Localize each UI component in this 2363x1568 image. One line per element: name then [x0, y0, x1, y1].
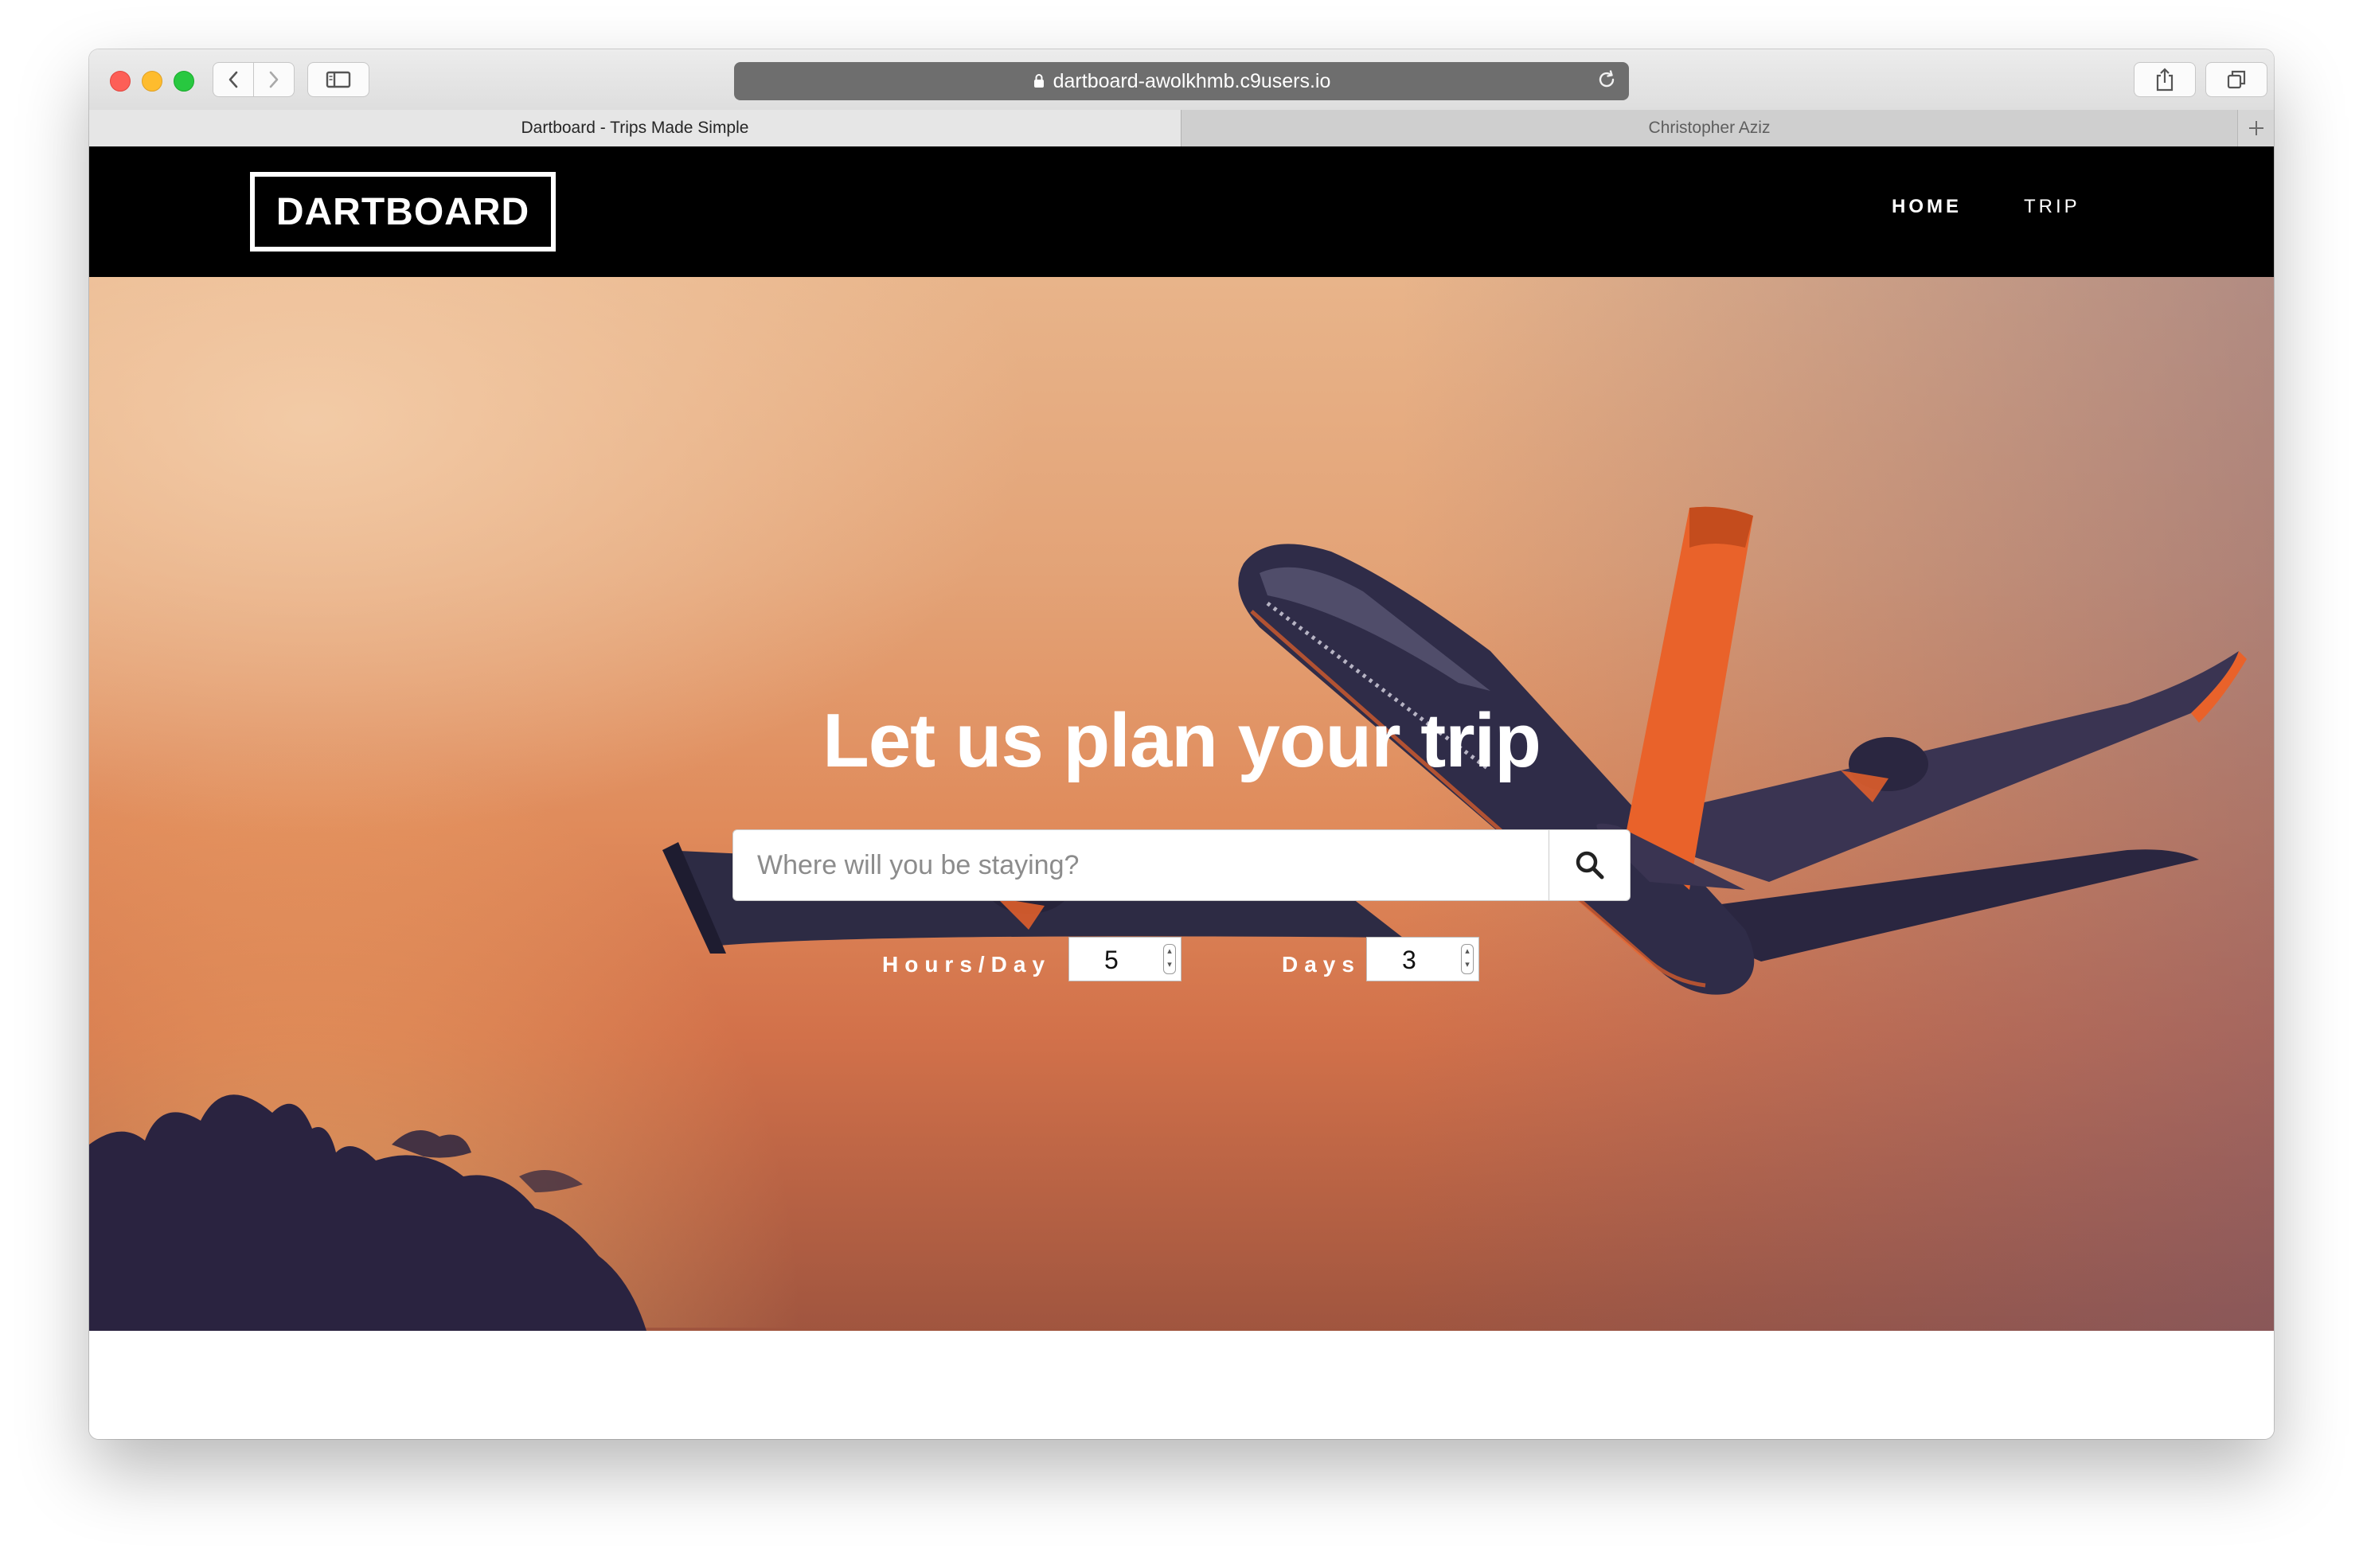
- new-tab-button[interactable]: [2237, 110, 2274, 146]
- site-navbar: DARTBOARD HOME TRIP: [89, 146, 2274, 277]
- logo-text: DARTBOARD: [275, 190, 530, 233]
- tab-label: Dartboard - Trips Made Simple: [521, 119, 749, 137]
- close-window-button[interactable]: [110, 71, 131, 92]
- share-button[interactable]: [2134, 62, 2196, 97]
- popular-destinations-heading: POPULAR DESTINATIONS: [89, 1433, 2274, 1439]
- back-button[interactable]: [213, 62, 254, 97]
- browser-toolbar: dartboard-awolkhmb.c9users.io: [89, 49, 2274, 111]
- tab-label: Christopher Aziz: [1648, 119, 1771, 137]
- hours-per-day-label: Hours/Day: [882, 952, 1052, 977]
- stepper-arrows-icon[interactable]: ▴ ▾: [1461, 944, 1474, 974]
- hours-per-day-value: 5: [1104, 946, 1119, 974]
- tab-bar: Dartboard - Trips Made Simple Christophe…: [89, 110, 2274, 147]
- tab-christopher-aziz[interactable]: Christopher Aziz: [1182, 110, 2237, 146]
- chevron-left-icon: [228, 71, 238, 88]
- page-viewport: DARTBOARD HOME TRIP Let us plan your tri…: [89, 146, 2274, 1439]
- chevron-right-icon: [269, 71, 279, 88]
- site-logo[interactable]: DARTBOARD: [250, 172, 556, 252]
- hours-per-day-input[interactable]: 5 ▴ ▾: [1068, 937, 1182, 981]
- destination-search-input[interactable]: [733, 830, 1549, 900]
- tabs-icon: [2227, 70, 2246, 89]
- search-icon: [1576, 851, 1604, 880]
- address-bar[interactable]: dartboard-awolkhmb.c9users.io: [734, 62, 1629, 100]
- hero-title: Let us plan your trip: [822, 698, 1541, 783]
- zoom-window-button[interactable]: [174, 71, 194, 92]
- lock-icon: [1033, 74, 1044, 88]
- browser-window: dartboard-awolkhmb.c9users.io Dartboard …: [89, 49, 2274, 1439]
- days-input[interactable]: 3 ▴ ▾: [1366, 937, 1479, 981]
- address-url: dartboard-awolkhmb.c9users.io: [1053, 69, 1331, 92]
- minimize-window-button[interactable]: [142, 71, 162, 92]
- clouds: [89, 1094, 646, 1331]
- hero-section: Let us plan your trip Hours/Day 5 ▴▾ Day…: [89, 277, 2274, 1331]
- destination-search: [732, 829, 1631, 901]
- sidebar-icon: [326, 71, 351, 88]
- plus-icon: [2249, 121, 2263, 135]
- hero-background-image: [89, 506, 2247, 1331]
- days-label: Days: [1282, 952, 1361, 977]
- tab-dartboard[interactable]: Dartboard - Trips Made Simple: [89, 110, 1182, 146]
- stepper-arrows-icon[interactable]: ▴ ▾: [1163, 944, 1176, 974]
- forward-button[interactable]: [253, 62, 295, 97]
- show-tabs-button[interactable]: [2205, 62, 2267, 97]
- sidebar-button[interactable]: [307, 62, 369, 97]
- reload-icon[interactable]: [1596, 68, 1618, 91]
- nav-trip-link[interactable]: TRIP: [2024, 196, 2080, 218]
- nav-home-link[interactable]: HOME: [1892, 196, 1962, 218]
- days-value: 3: [1402, 946, 1416, 974]
- share-icon: [2156, 68, 2174, 92]
- search-button[interactable]: [1549, 830, 1631, 900]
